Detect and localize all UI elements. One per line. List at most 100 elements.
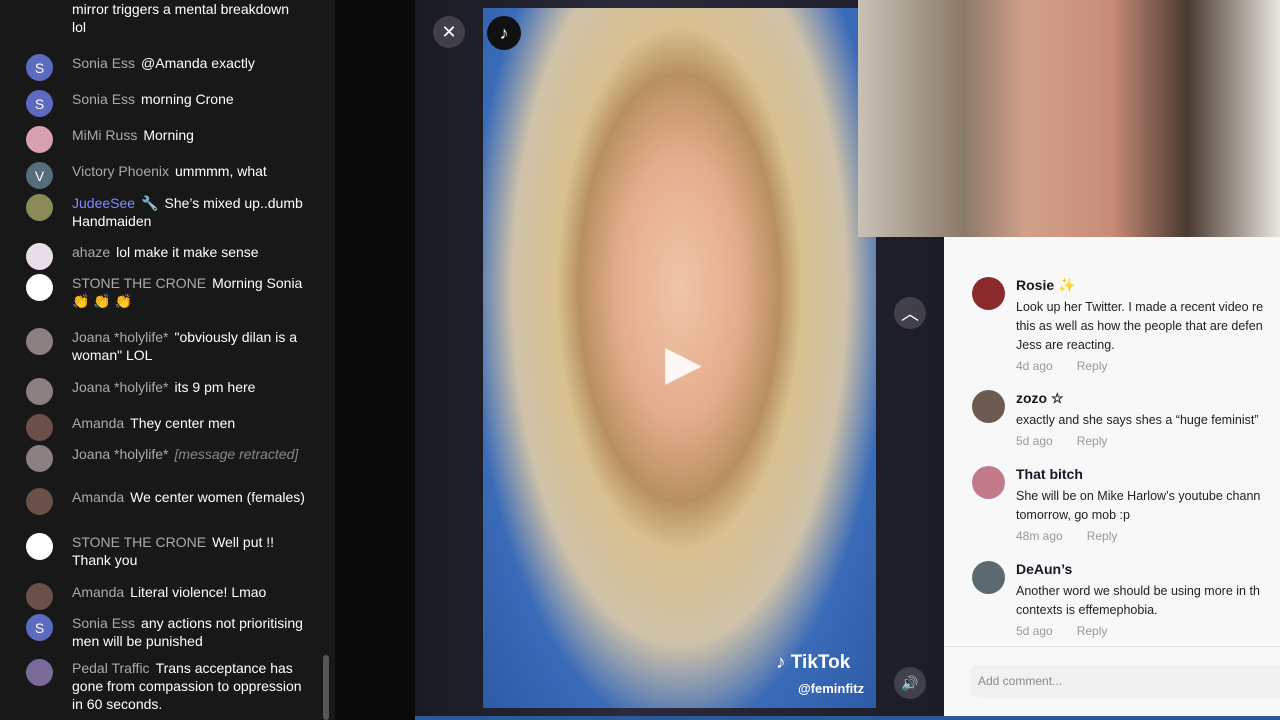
webcam-overlay [858, 0, 1280, 237]
chat-author[interactable]: Amanda [72, 415, 124, 431]
avatar[interactable] [26, 378, 53, 405]
avatar[interactable]: S [26, 54, 53, 81]
chat-message: MiMi Russ Morning [26, 126, 306, 153]
previous-video-button[interactable]: ︿ [894, 297, 926, 329]
chat-author[interactable]: ahaze [72, 244, 110, 260]
chat-message: JudeeSee 🔧 She’s mixed up..dumb Handmaiden [26, 194, 306, 230]
chat-author[interactable]: STONE THE CRONE [72, 534, 206, 550]
comment-time: 48m ago [1016, 529, 1063, 543]
avatar[interactable] [26, 274, 53, 301]
avatar[interactable] [26, 583, 53, 610]
reply-button[interactable]: Reply [1077, 624, 1108, 638]
chat-message: S Sonia Ess morning Crone [26, 90, 306, 117]
chat-author[interactable]: Pedal Traffic [72, 660, 150, 676]
avatar[interactable] [26, 414, 53, 441]
reply-button[interactable]: Reply [1087, 529, 1118, 543]
chat-author[interactable]: Sonia Ess [72, 615, 135, 631]
comment-time: 4d ago [1016, 359, 1053, 373]
comment-line: tomorrow, go mob :p [1016, 508, 1130, 522]
chat-author[interactable]: Sonia Ess [72, 55, 135, 71]
comment-line: She will be on Mike Harlow’s youtube cha… [1016, 489, 1261, 503]
comment-line: Another word we should be using more in … [1016, 584, 1260, 598]
chat-message: Joana *holylife* [message retracted] [26, 445, 306, 472]
avatar[interactable] [26, 659, 53, 686]
chat-author[interactable]: MiMi Russ [72, 127, 137, 143]
close-button[interactable]: ✕ [433, 16, 465, 48]
chat-message: Amanda Literal violence! Lmao [26, 583, 306, 610]
chat-message: S Sonia Ess any actions not prioritising m… [26, 614, 306, 650]
chat-message: Amanda We center women (females) [26, 488, 306, 515]
chat-message: Amanda They center men [26, 414, 306, 441]
background [335, 0, 415, 720]
chat-text: Morning [143, 127, 194, 143]
chat-text: @Amanda exactly [141, 55, 255, 71]
reply-button[interactable]: Reply [1077, 434, 1108, 448]
chat-message: mirror triggers a mental breakdown lol [26, 0, 306, 36]
comment-line: Jess are reacting. [1016, 338, 1115, 352]
avatar[interactable] [26, 194, 53, 221]
tiktok-icon[interactable]: ♪ [487, 16, 521, 50]
avatar[interactable] [26, 533, 53, 560]
chat-text: We center women (females) [130, 489, 305, 505]
chat-author[interactable]: Joana *holylife* [72, 379, 169, 395]
chat-text: mirror triggers a mental breakdown lol [72, 1, 290, 35]
comment-author[interactable]: That bitch [1016, 466, 1083, 482]
chat-author[interactable]: Victory Phoenix [72, 163, 169, 179]
chat-message: Pedal Traffic Trans acceptance has gone f… [26, 659, 306, 713]
chat-message: V Victory Phoenix ummmm, what [26, 162, 306, 189]
reply-button[interactable]: Reply [1077, 359, 1108, 373]
chat-author[interactable]: Joana *holylife* [72, 446, 169, 462]
avatar[interactable] [26, 488, 53, 515]
chat-message: ahaze lol make it make sense [26, 243, 306, 270]
chat-author[interactable]: Sonia Ess [72, 91, 135, 107]
avatar[interactable] [972, 466, 1005, 499]
chat-message: Joana *holylife* its 9 pm here [26, 378, 306, 405]
play-icon[interactable]: ▶ [665, 335, 702, 391]
mute-button[interactable]: 🔊 [894, 667, 926, 699]
chat-message: STONE THE CRONE Morning Sonia 👏 👏 👏 [26, 274, 306, 310]
video-author-handle: @feminfitz [798, 681, 865, 696]
chat-author[interactable]: JudeeSee [72, 195, 135, 211]
chat-author[interactable]: Amanda [72, 584, 124, 600]
tiktok-watermark: ♪ TikTok [776, 652, 851, 673]
comments-panel: Rosie ✨ Look up her Twitter. I made a rec… [944, 237, 1280, 720]
wrench-icon: 🔧 [141, 195, 159, 211]
comment-text: Another word we should be using more in … [1016, 582, 1260, 620]
comment-author[interactable]: DeAun’s [1016, 561, 1072, 577]
chat-text: ummmm, what [175, 163, 267, 179]
chat-text: morning Crone [141, 91, 234, 107]
chat-scrollbar[interactable] [323, 655, 329, 720]
chat-text: They center men [130, 415, 236, 431]
chat-text: Literal violence! Lmao [130, 584, 267, 600]
chat-text: lol make it make sense [116, 244, 259, 260]
avatar[interactable] [26, 328, 53, 355]
chat-author[interactable]: Joana *holylife* [72, 329, 169, 345]
comment-text: Look up her Twitter. I made a recent vid… [1016, 298, 1263, 355]
chat-text: its 9 pm here [174, 379, 256, 395]
comment-line: Look up her Twitter. I made a recent vid… [1016, 300, 1264, 314]
avatar[interactable] [972, 390, 1005, 423]
add-comment-input[interactable]: Add comment... [970, 665, 1280, 698]
comment-text: She will be on Mike Harlow’s youtube cha… [1016, 487, 1260, 525]
avatar[interactable] [26, 243, 53, 270]
comment-author[interactable]: zozo ☆ [1016, 390, 1064, 407]
avatar[interactable] [26, 445, 53, 472]
avatar[interactable] [972, 561, 1005, 594]
chat-author[interactable]: STONE THE CRONE [72, 275, 206, 291]
chat-message: Joana *holylife* "obviously dilan is a wo… [26, 328, 306, 364]
avatar[interactable] [972, 277, 1005, 310]
avatar[interactable] [26, 126, 53, 153]
chat-author[interactable]: Amanda [72, 489, 124, 505]
comment-time: 5d ago [1016, 624, 1053, 638]
comment-author[interactable]: Rosie ✨ [1016, 277, 1075, 294]
avatar[interactable]: S [26, 614, 53, 641]
chat-message: STONE THE CRONE Well put !! Thank you [26, 533, 306, 569]
divider [944, 646, 1280, 647]
comment-line: this as well as how the people that are … [1016, 319, 1263, 333]
comment-text: exactly and she says shes a “huge femini… [1016, 411, 1258, 430]
chat-message: S Sonia Ess @Amanda exactly [26, 54, 306, 81]
avatar[interactable]: V [26, 162, 53, 189]
taskbar-edge [415, 716, 1280, 720]
avatar[interactable]: S [26, 90, 53, 117]
chat-text: [message retracted] [174, 446, 299, 462]
